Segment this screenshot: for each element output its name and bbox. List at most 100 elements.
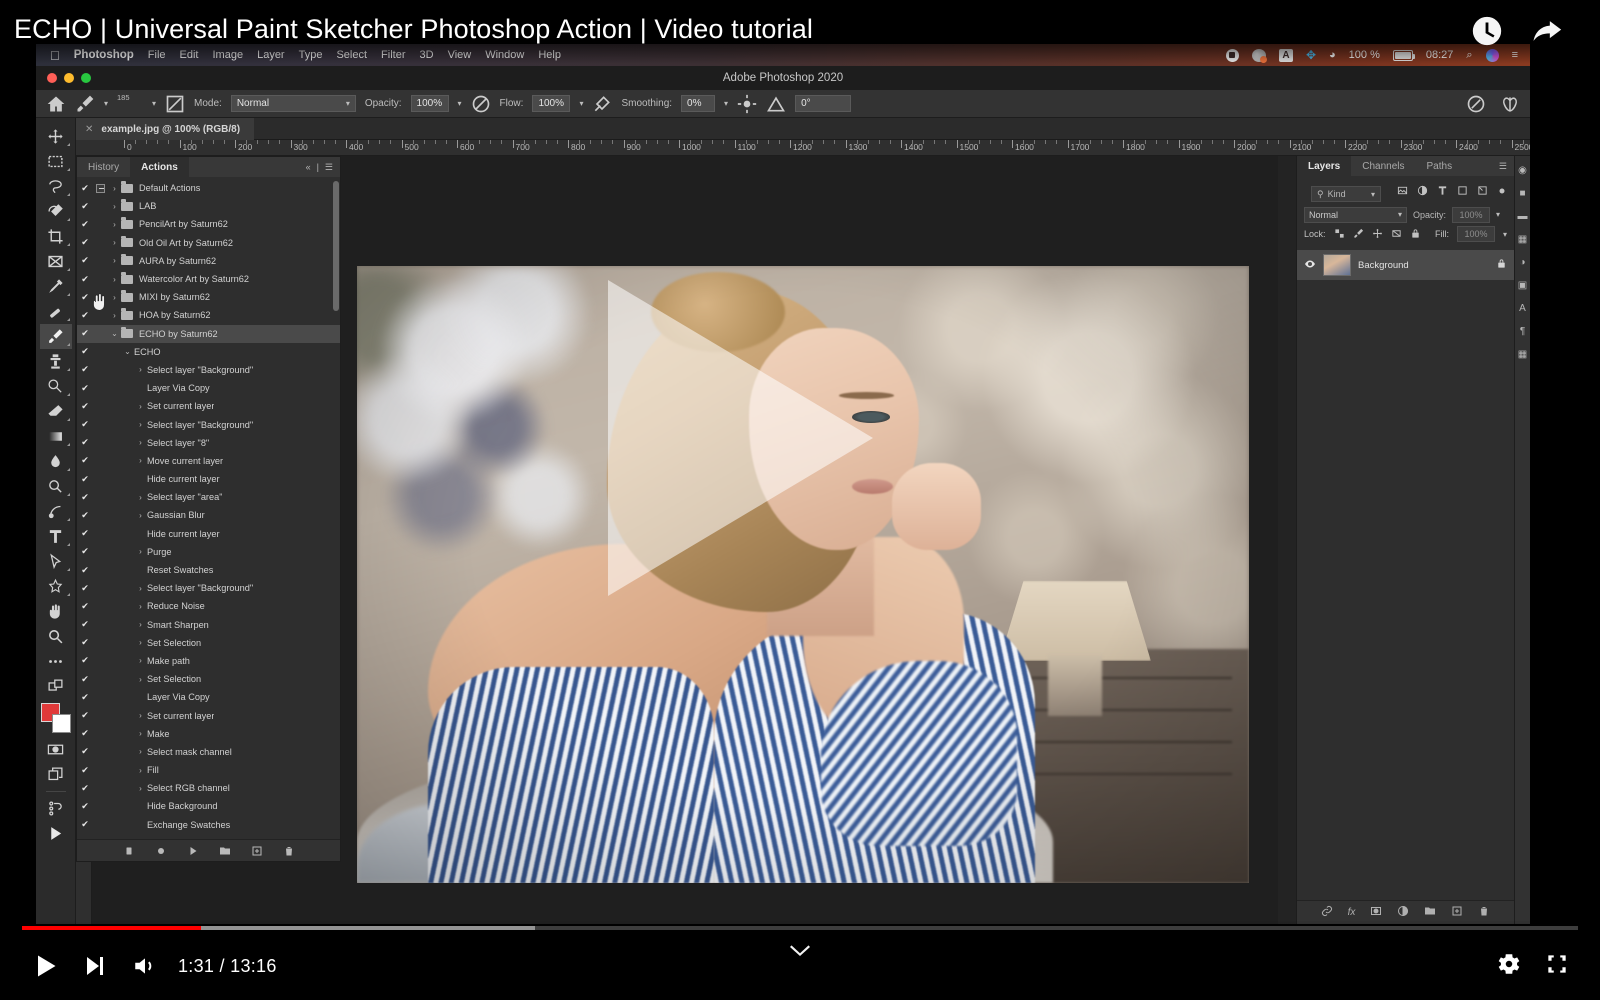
twirl-arrow-icon[interactable]: › [108, 184, 121, 193]
action-enabled-checkbox[interactable]: ✔ [77, 383, 93, 394]
lock-position-icon[interactable] [1372, 228, 1383, 241]
lock-image-pixels-icon[interactable] [1353, 228, 1364, 241]
volume-button[interactable] [122, 943, 168, 989]
action-enabled-checkbox[interactable]: ✔ [77, 746, 93, 757]
action-enabled-checkbox[interactable]: ✔ [77, 710, 93, 721]
menu-select[interactable]: Select [336, 49, 367, 61]
actions-scrollbar[interactable] [333, 181, 339, 311]
twirl-arrow-icon[interactable]: › [134, 493, 147, 502]
filter-adjustment-icon[interactable] [1417, 183, 1428, 201]
dropbox-icon[interactable] [1252, 49, 1266, 62]
document-tab[interactable]: ✕ example.jpg @ 100% (RGB/8) [76, 118, 254, 140]
layer-mask-button[interactable] [1370, 904, 1382, 922]
action-enabled-checkbox[interactable]: ✔ [77, 565, 93, 576]
quick-mask-button[interactable] [40, 674, 72, 699]
bluetooth-icon[interactable]: ✥ [1306, 48, 1316, 62]
layer-visibility-eye-icon[interactable] [1304, 258, 1316, 273]
action-enabled-checkbox[interactable]: ✔ [77, 510, 93, 521]
action-step-row[interactable]: ✔Hide current layer [77, 470, 340, 488]
marquee-tool[interactable] [40, 149, 72, 174]
lock-artboard-icon[interactable] [1391, 228, 1402, 241]
twirl-arrow-icon[interactable]: › [108, 202, 121, 211]
twirl-arrow-icon[interactable]: › [134, 365, 147, 374]
swatches-panel-icon[interactable]: ■ [1519, 189, 1525, 199]
action-enabled-checkbox[interactable]: ✔ [77, 583, 93, 594]
battery-icon[interactable] [1393, 50, 1413, 61]
action-step-row[interactable]: ✔›Gaussian Blur [77, 506, 340, 524]
action-step-row[interactable]: ✔Hide Background [77, 797, 340, 815]
type-tool[interactable] [40, 524, 72, 549]
tab-channels[interactable]: Channels [1351, 156, 1415, 176]
shape-tool[interactable] [40, 574, 72, 599]
action-enabled-checkbox[interactable]: ✔ [77, 310, 93, 321]
action-enabled-checkbox[interactable]: ✔ [77, 728, 93, 739]
lock-all-icon[interactable] [1410, 228, 1421, 241]
delete-layer-button[interactable] [1478, 904, 1490, 922]
filter-pixel-icon[interactable] [1397, 183, 1408, 201]
play-action-button[interactable] [187, 845, 199, 857]
actions-list[interactable]: ✔›Default Actions✔›LAB✔›PencilArt by Sat… [77, 177, 340, 839]
move-tool[interactable] [40, 124, 72, 149]
exit-fullscreen-icon[interactable] [1544, 951, 1570, 982]
action-enabled-checkbox[interactable]: ✔ [77, 219, 93, 230]
menu-edit[interactable]: Edit [180, 49, 199, 61]
play-button[interactable] [22, 943, 68, 989]
action-set-row[interactable]: ✔›Default Actions [77, 179, 340, 197]
twirl-arrow-icon[interactable]: › [134, 729, 147, 738]
gradient-tool[interactable] [40, 424, 72, 449]
crop-tool[interactable] [40, 224, 72, 249]
close-document-icon[interactable]: ✕ [85, 124, 93, 135]
action-enabled-checkbox[interactable]: ✔ [77, 364, 93, 375]
new-group-button[interactable] [1424, 904, 1436, 922]
flow-input[interactable]: 100% [532, 95, 570, 112]
brush-preset-picker[interactable]: 185 [117, 92, 143, 116]
panel-menu-icon[interactable]: ☰ [325, 162, 333, 173]
stop-recording-button[interactable] [123, 845, 135, 857]
flow-chevron-down-icon[interactable]: ▾ [579, 99, 583, 108]
menu-filter[interactable]: Filter [381, 49, 405, 61]
action-step-row[interactable]: ✔Hide current layer [77, 525, 340, 543]
action-enabled-checkbox[interactable]: ✔ [77, 183, 93, 194]
action-step-row[interactable]: ✔›Set current layer [77, 706, 340, 724]
frame-tool[interactable] [40, 249, 72, 274]
action-set-row[interactable]: ✔›LAB [77, 197, 340, 215]
action-step-row[interactable]: ✔›Make path [77, 652, 340, 670]
action-enabled-checkbox[interactable]: ✔ [77, 546, 93, 557]
action-step-row[interactable]: ✔›Set Selection [77, 634, 340, 652]
watch-later-icon[interactable] [1470, 14, 1504, 48]
screen-mode-button[interactable] [40, 762, 72, 787]
layer-fill-input[interactable]: 100% [1457, 226, 1495, 242]
pen-tool[interactable] [40, 499, 72, 524]
menu-photoshop[interactable]: Photoshop [74, 49, 134, 61]
menu-3d[interactable]: 3D [420, 49, 434, 61]
action-step-row[interactable]: ✔›Set current layer [77, 397, 340, 415]
menu-window[interactable]: Window [485, 49, 524, 61]
siri-icon[interactable] [1486, 49, 1499, 62]
airbrush-icon[interactable] [592, 94, 612, 114]
tab-actions[interactable]: Actions [130, 157, 189, 177]
action-set-row[interactable]: ✔›HOA by Saturn62 [77, 306, 340, 324]
filter-type-icon[interactable] [1437, 183, 1448, 201]
opacity-chevron-down-icon[interactable]: ▾ [458, 99, 462, 108]
play-action-toolbar-button[interactable] [40, 821, 72, 846]
action-enabled-checkbox[interactable]: ✔ [77, 419, 93, 430]
history-brush-tool[interactable] [40, 374, 72, 399]
action-set-row[interactable]: ✔›Watercolor Art by Saturn62 [77, 270, 340, 288]
color-swatches[interactable] [41, 703, 71, 733]
action-enabled-checkbox[interactable]: ✔ [77, 455, 93, 466]
adjustments-panel-icon[interactable]: ◑ [1519, 258, 1525, 268]
layer-style-button[interactable]: fx [1348, 907, 1356, 918]
action-enabled-checkbox[interactable]: ✔ [77, 274, 93, 285]
color-panel-icon[interactable]: ◉ [1518, 166, 1527, 176]
menubar-clock[interactable]: 08:27 [1426, 49, 1454, 61]
brush-tool-chevron-down-icon[interactable]: ▾ [104, 99, 108, 108]
action-step-row[interactable]: ✔›Move current layer [77, 452, 340, 470]
tab-history[interactable]: History [77, 157, 130, 177]
filter-toggle-icon[interactable] [1497, 183, 1507, 201]
patterns-panel-icon[interactable]: ▦ [1518, 235, 1527, 245]
path-selection-tool[interactable] [40, 549, 72, 574]
twirl-arrow-icon[interactable]: › [134, 620, 147, 629]
twirl-arrow-icon[interactable]: › [134, 438, 147, 447]
layer-lock-icon[interactable] [1496, 258, 1507, 272]
twirl-arrow-icon[interactable]: › [108, 275, 121, 284]
